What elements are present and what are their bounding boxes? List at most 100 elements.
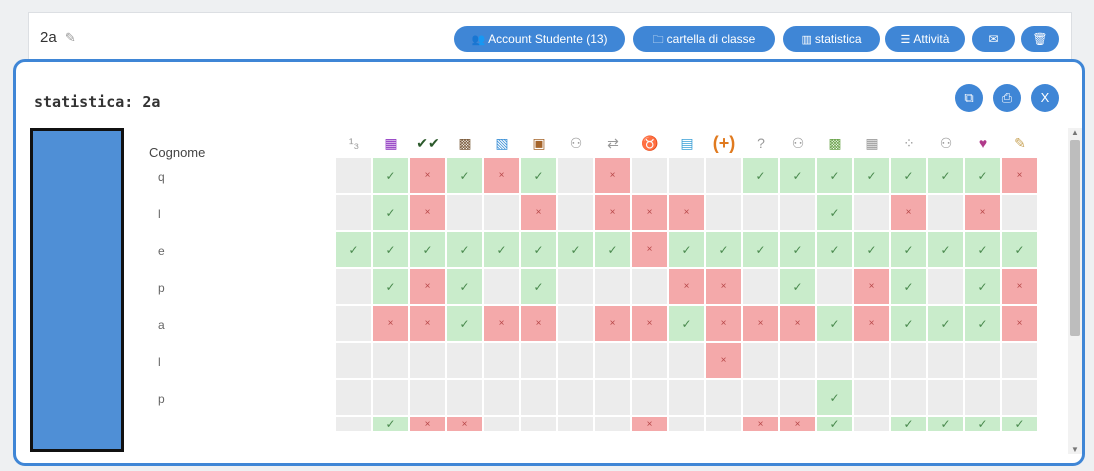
grid-cell (558, 158, 595, 195)
grid-cell: × (410, 306, 447, 343)
grid-cell (965, 343, 1002, 380)
grid-cell: × (595, 158, 632, 195)
grid-cell: ✓ (817, 306, 854, 343)
puzzle-icon[interactable]: ▩ (817, 128, 853, 158)
external-link-button[interactable]: ⧉ (955, 84, 983, 112)
landscape-icon[interactable]: ▤ (669, 128, 705, 158)
accounts-button[interactable]: 👥 Account Studente (13) (454, 26, 625, 52)
grid-cell: ✓ (965, 269, 1002, 306)
grid-cell: ✓ (743, 232, 780, 269)
grid-cell (706, 158, 743, 195)
plus-icon[interactable]: (+) (706, 128, 742, 158)
grid-cell (558, 343, 595, 380)
grid-cell: × (743, 306, 780, 343)
dots-icon[interactable]: ⁘ (891, 128, 927, 158)
grid-cell: × (706, 269, 743, 306)
grid-cell (854, 195, 891, 232)
vertical-scrollbar[interactable]: ▲ ▼ (1068, 128, 1082, 454)
grid-cell: ✓ (817, 195, 854, 232)
grid-cell (1002, 343, 1039, 380)
tally-icon[interactable]: ¹₃ (336, 128, 372, 158)
grid-cell: × (669, 195, 706, 232)
grid-cell (558, 306, 595, 343)
mosaic-icon[interactable]: ▩ (447, 128, 483, 158)
grid-cell: × (891, 195, 928, 232)
scroll-down-icon[interactable]: ▼ (1071, 445, 1079, 454)
pencil-icon[interactable]: ✎ (1002, 128, 1038, 158)
grid-cell (928, 195, 965, 232)
people-icon[interactable]: ⚇ (928, 128, 964, 158)
student-surname: p (158, 392, 165, 406)
double-check-icon[interactable]: ✔✔ (410, 128, 446, 158)
grid-cell (595, 417, 632, 433)
grid-cell: × (373, 306, 410, 343)
grid-cell: ✓ (780, 269, 817, 306)
grid-cell: × (632, 232, 669, 269)
pencil-icon[interactable]: ✎ (65, 30, 76, 45)
grid-cell (336, 380, 373, 417)
grid-cell: × (1002, 306, 1039, 343)
grid-cell: ✓ (336, 232, 373, 269)
surname-column-header: Cognome (149, 145, 206, 160)
grid-cell: ✓ (410, 232, 447, 269)
people-icon[interactable]: ⚇ (558, 128, 594, 158)
external-link-icon: ⧉ (964, 90, 974, 105)
grid-cell: ✓ (891, 417, 928, 433)
grid-cell: ✓ (891, 269, 928, 306)
grid-cell: ✓ (891, 232, 928, 269)
grid-cell (928, 343, 965, 380)
people-icon[interactable]: ⚇ (780, 128, 816, 158)
blue-image-icon[interactable]: ▧ (484, 128, 520, 158)
grid-cell (484, 269, 521, 306)
modal-title: statistica: 2a (34, 93, 161, 111)
purple-image-icon[interactable]: ▦ (373, 128, 409, 158)
grid-cell: × (632, 417, 669, 433)
close-button[interactable]: X (1031, 84, 1059, 112)
grid-cell (817, 269, 854, 306)
grid-cell (484, 417, 521, 433)
goat-icon[interactable]: ♉ (632, 128, 668, 158)
grid-cell (410, 343, 447, 380)
grid-cell (558, 195, 595, 232)
grid-cell: ✓ (928, 232, 965, 269)
grid-cell (632, 269, 669, 306)
grid-cell: ✓ (669, 306, 706, 343)
student-surname: e (158, 244, 165, 258)
grid-cell: ✓ (780, 232, 817, 269)
scrollbar-thumb[interactable] (1070, 140, 1080, 336)
delete-button[interactable]: 🗑 (1021, 26, 1059, 52)
trash-icon: 🗑 (1032, 32, 1048, 46)
grid-cell: × (965, 195, 1002, 232)
grid-cell: ✓ (521, 269, 558, 306)
grid-cell (632, 380, 669, 417)
question-icon[interactable]: ? (743, 128, 779, 158)
envelope-icon: ✉ (988, 32, 999, 46)
calendar-icon[interactable]: ▣ (521, 128, 557, 158)
stats-button[interactable]: ▥ statistica (783, 26, 880, 52)
stats-modal: statistica: 2a ⧉ ⎙ X Cognome qlepalp ¹₃ ▦… (13, 59, 1085, 466)
grid-icon[interactable]: ▦ (854, 128, 890, 158)
activities-button[interactable]: ☰ Attività (885, 26, 965, 52)
grid-cell (373, 380, 410, 417)
grid-cell: ✓ (373, 269, 410, 306)
grid-cell: × (1002, 158, 1039, 195)
grid-cell (854, 380, 891, 417)
folder-button[interactable]: 🗀 cartella di classe (633, 26, 775, 52)
class-name: 2a ✎ (40, 29, 76, 46)
grid-cell: × (854, 306, 891, 343)
student-surname: q (158, 170, 165, 184)
grid-cell: ✓ (521, 158, 558, 195)
grid-cell: ✓ (484, 232, 521, 269)
email-button[interactable]: ✉ (972, 26, 1015, 52)
grid-cell: × (410, 417, 447, 433)
hearts-icon[interactable]: ♥ (965, 128, 1001, 158)
print-button[interactable]: ⎙ (993, 84, 1021, 112)
grid-cell: ✓ (891, 306, 928, 343)
grid-cell (447, 195, 484, 232)
arrows-icon[interactable]: ⇄ (595, 128, 631, 158)
grid-cell (743, 269, 780, 306)
scroll-up-icon[interactable]: ▲ (1071, 128, 1079, 137)
grid-cell (743, 343, 780, 380)
grid-cell (854, 417, 891, 433)
grid-cell: ✓ (447, 232, 484, 269)
